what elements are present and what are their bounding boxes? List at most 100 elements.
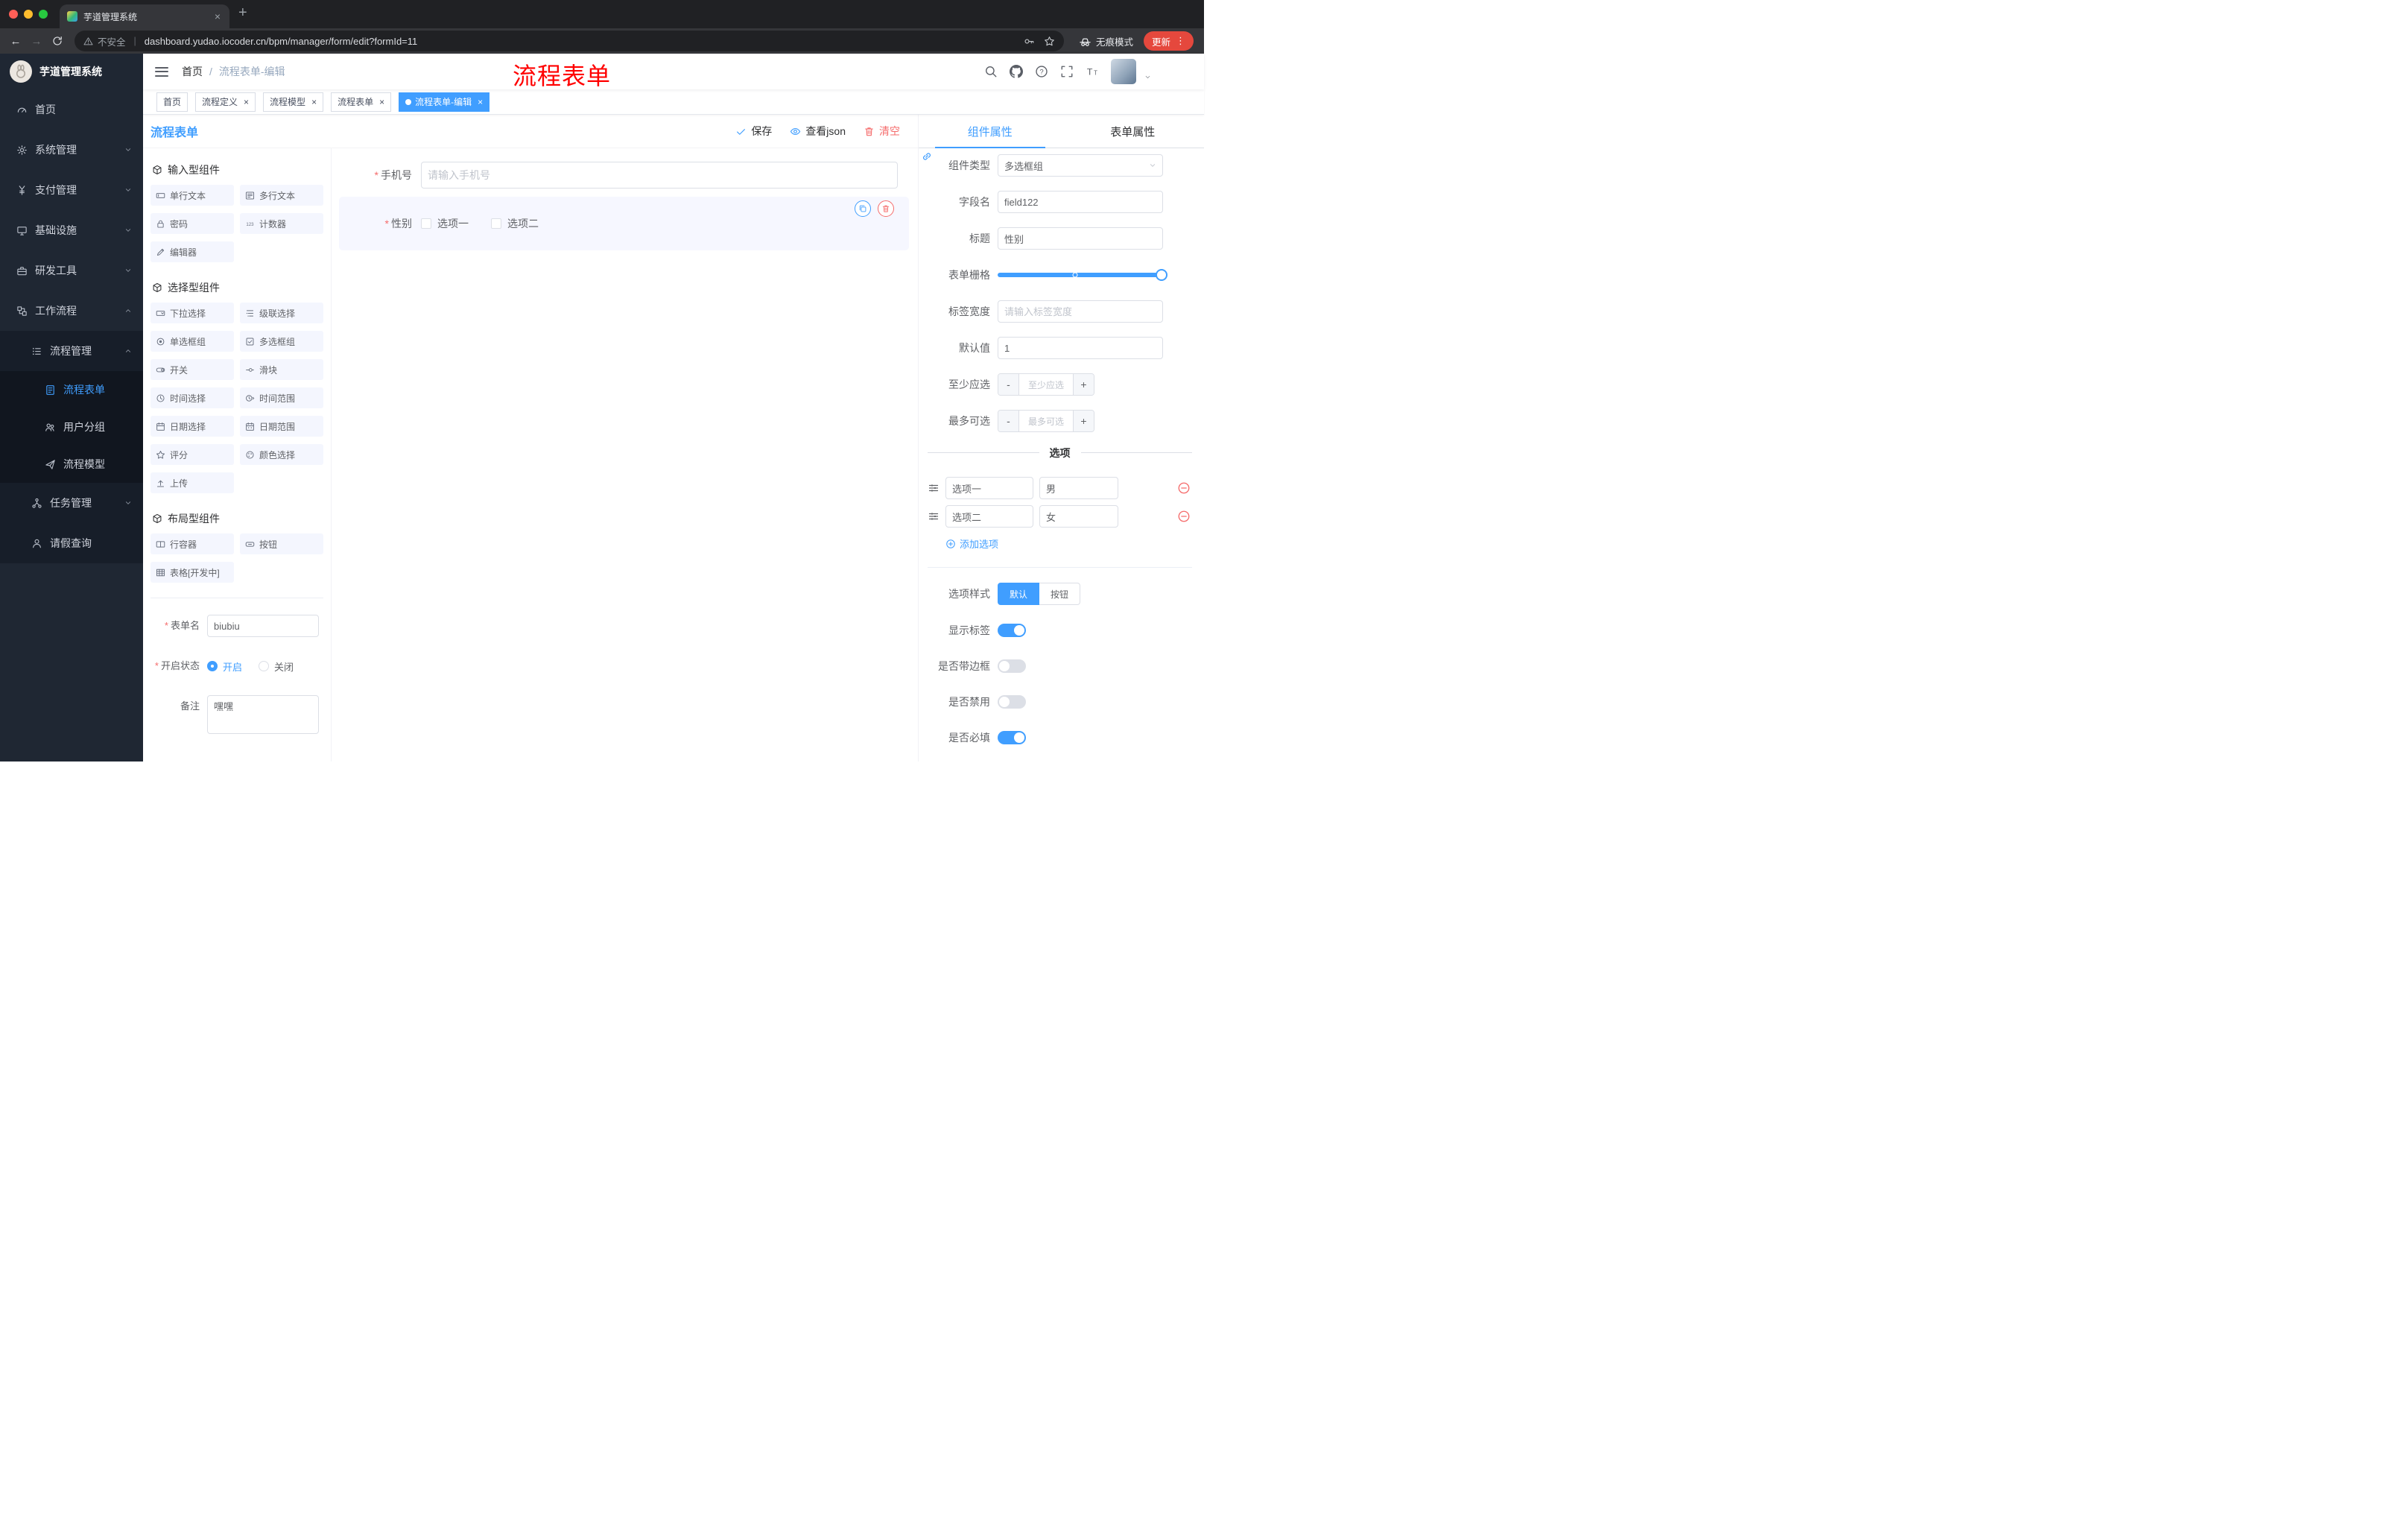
tag-process-definition[interactable]: 流程定义 ×: [195, 92, 256, 112]
new-tab-button[interactable]: +: [238, 4, 247, 22]
checkbox-icon[interactable]: [491, 218, 501, 229]
remove-option-icon[interactable]: [1177, 481, 1191, 495]
link-icon[interactable]: [921, 151, 933, 162]
tab-component-props[interactable]: 组件属性: [919, 115, 1062, 148]
increase-button[interactable]: +: [1073, 374, 1094, 395]
tag-process-form[interactable]: 流程表单 ×: [331, 92, 392, 112]
min-select-value[interactable]: 至少应选: [1019, 374, 1073, 395]
canvas-field-gender-selected[interactable]: * 性别 选项一 选项二: [339, 197, 909, 250]
sidebar-item-task-management[interactable]: 任务管理: [0, 483, 143, 523]
disabled-toggle[interactable]: [998, 695, 1026, 709]
component-checkbox-group[interactable]: 多选框组: [240, 331, 323, 352]
help-icon[interactable]: [1035, 65, 1048, 78]
copy-field-button[interactable]: [855, 200, 871, 217]
decrease-button[interactable]: -: [998, 411, 1019, 431]
view-json-button[interactable]: 查看json: [790, 124, 846, 139]
required-toggle[interactable]: [998, 731, 1026, 744]
style-button-button[interactable]: 按钮: [1039, 583, 1081, 605]
tag-home[interactable]: 首页: [156, 92, 188, 112]
component-time-range[interactable]: 时间范围: [240, 387, 323, 408]
component-select[interactable]: 下拉选择: [150, 303, 234, 323]
component-table[interactable]: 表格[开发中]: [150, 562, 234, 583]
component-button[interactable]: 按钮: [240, 533, 323, 554]
component-editor[interactable]: 编辑器: [150, 241, 234, 262]
tab-close-icon[interactable]: ×: [213, 10, 222, 22]
field-name-input[interactable]: [998, 191, 1163, 213]
component-radio-group[interactable]: 单选框组: [150, 331, 234, 352]
github-icon[interactable]: [1010, 65, 1023, 78]
slider-handle[interactable]: [1156, 269, 1167, 281]
drag-handle-icon[interactable]: [928, 510, 940, 522]
gender-option-1[interactable]: 选项一: [421, 216, 469, 231]
title-input[interactable]: [998, 227, 1163, 250]
component-password[interactable]: 密码: [150, 213, 234, 234]
drag-handle-icon[interactable]: [928, 482, 940, 494]
component-type-value[interactable]: [998, 154, 1163, 177]
tab-form-props[interactable]: 表单属性: [1062, 115, 1205, 148]
status-radio-off[interactable]: 关闭: [259, 659, 294, 674]
component-cascader[interactable]: 级联选择: [240, 303, 323, 323]
component-row-container[interactable]: 行容器: [150, 533, 234, 554]
label-width-input[interactable]: [998, 300, 1163, 323]
avatar[interactable]: [1111, 59, 1136, 84]
default-value-input[interactable]: [998, 337, 1163, 359]
back-icon[interactable]: ←: [7, 35, 24, 48]
sidebar-item-process-form[interactable]: 流程表单: [0, 371, 143, 408]
sidebar-item-devtools[interactable]: 研发工具: [0, 250, 143, 291]
fullscreen-icon[interactable]: [1060, 65, 1074, 78]
hamburger-icon[interactable]: [155, 66, 168, 77]
style-default-button[interactable]: 默认: [998, 583, 1040, 605]
component-switch[interactable]: 开关: [150, 359, 234, 380]
minimize-window-button[interactable]: [24, 10, 33, 19]
component-upload[interactable]: 上传: [150, 472, 234, 493]
checkbox-icon[interactable]: [421, 218, 431, 229]
border-toggle[interactable]: [998, 659, 1026, 673]
close-window-button[interactable]: [9, 10, 18, 19]
option-label-input[interactable]: [945, 505, 1033, 528]
slider-track[interactable]: [998, 269, 1167, 281]
key-icon[interactable]: [1024, 36, 1035, 47]
add-option-button[interactable]: 添加选项: [945, 536, 1192, 551]
delete-field-button[interactable]: [878, 200, 894, 217]
component-time-picker[interactable]: 时间选择: [150, 387, 234, 408]
breadcrumb-home[interactable]: 首页: [182, 64, 203, 79]
option-value-input[interactable]: [1039, 477, 1118, 499]
address-bar[interactable]: 不安全 | dashboard.yudao.iocoder.cn/bpm/man…: [75, 31, 1064, 51]
component-color-picker[interactable]: 颜色选择: [240, 444, 323, 465]
decrease-button[interactable]: -: [998, 374, 1019, 395]
component-counter[interactable]: 计数器: [240, 213, 323, 234]
component-multi-line-text[interactable]: 多行文本: [240, 185, 323, 206]
increase-button[interactable]: +: [1073, 411, 1094, 431]
reload-icon[interactable]: [51, 35, 63, 47]
search-icon[interactable]: [984, 65, 998, 78]
close-icon[interactable]: ×: [311, 97, 317, 107]
sidebar-item-infrastructure[interactable]: 基础设施: [0, 210, 143, 250]
component-type-select[interactable]: [998, 154, 1163, 177]
update-button[interactable]: 更新 ⋮: [1143, 31, 1194, 51]
component-slider[interactable]: 滑块: [240, 359, 323, 380]
canvas-field-phone[interactable]: * 手机号: [339, 162, 909, 189]
sidebar-item-process-management[interactable]: 流程管理: [0, 331, 143, 371]
kebab-menu-icon[interactable]: ⋮: [1176, 35, 1185, 47]
close-icon[interactable]: ×: [478, 97, 483, 107]
close-icon[interactable]: ×: [244, 97, 249, 107]
status-radio-on[interactable]: 开启: [207, 659, 242, 674]
sidebar-item-system[interactable]: 系统管理: [0, 130, 143, 170]
browser-tab[interactable]: 芋道管理系统 ×: [60, 4, 229, 28]
max-select-value[interactable]: 最多可选: [1019, 411, 1073, 431]
grid-slider[interactable]: [998, 264, 1167, 286]
maximize-window-button[interactable]: [39, 10, 48, 19]
forward-icon[interactable]: →: [28, 35, 45, 48]
form-remark-textarea[interactable]: 嘿嘿: [207, 695, 319, 734]
option-label-input[interactable]: [945, 477, 1033, 499]
sidebar-item-user-group[interactable]: 用户分组: [0, 408, 143, 446]
show-label-toggle[interactable]: [998, 624, 1026, 637]
save-button[interactable]: 保存: [735, 124, 772, 139]
sidebar-item-leave-query[interactable]: 请假查询: [0, 523, 143, 563]
tag-process-model[interactable]: 流程模型 ×: [263, 92, 324, 112]
form-name-input[interactable]: [207, 615, 319, 637]
sidebar-item-process-model[interactable]: 流程模型: [0, 446, 143, 483]
component-rate[interactable]: 评分: [150, 444, 234, 465]
gender-option-2[interactable]: 选项二: [491, 216, 539, 231]
component-date-range[interactable]: 日期范围: [240, 416, 323, 437]
